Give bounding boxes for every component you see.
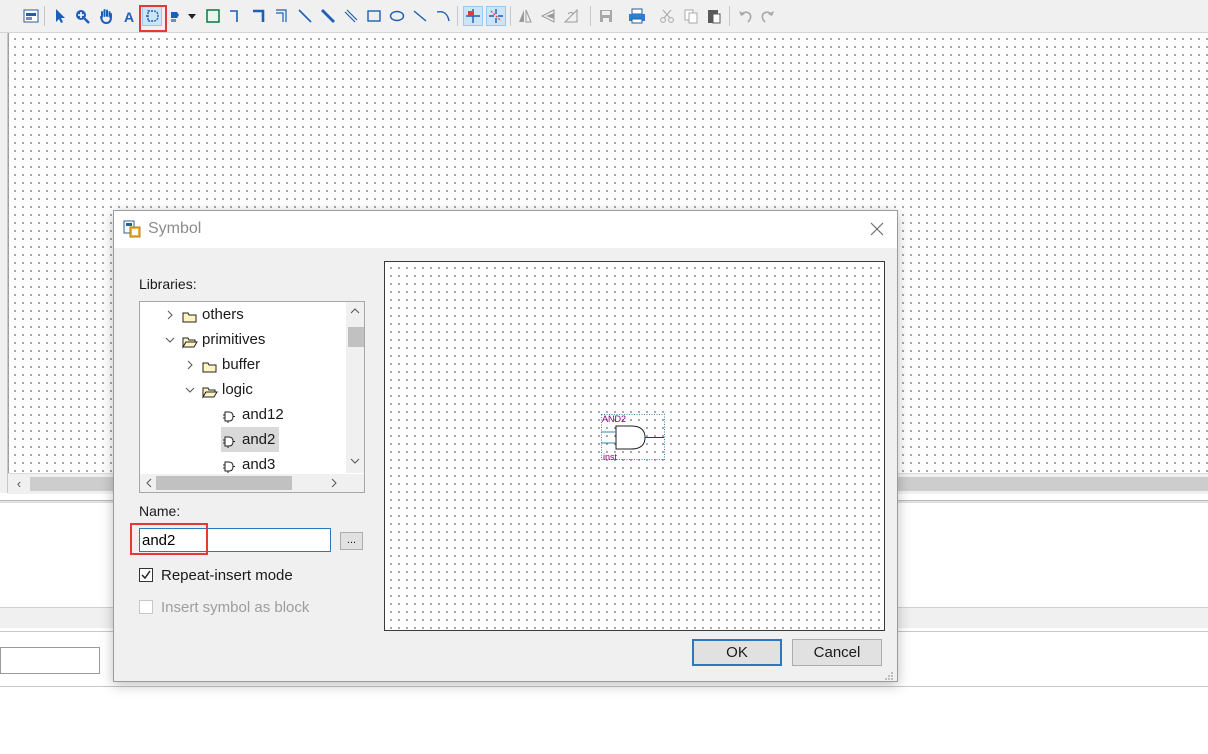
tree-item-buffer[interactable]: buffer (140, 352, 346, 377)
open-folder-icon (182, 332, 198, 349)
libraries-tree[interactable]: others primitives buffer logic and12 and… (139, 301, 365, 493)
tree-item-and2[interactable]: and2 (140, 427, 346, 452)
tree-vertical-scrollbar[interactable] (346, 302, 364, 473)
gate-symbol-icon (222, 432, 238, 448)
gate-symbol-icon (222, 457, 238, 473)
print-icon[interactable] (628, 7, 646, 25)
insert-block-label: Insert symbol as block (161, 598, 310, 616)
orthogonal-node-icon[interactable] (227, 7, 245, 25)
arc-icon[interactable] (434, 7, 452, 25)
repeat-insert-checkbox[interactable] (139, 568, 153, 582)
hand-tool-icon[interactable] (97, 7, 115, 25)
bottom-text-field[interactable] (0, 647, 100, 674)
scroll-thumb[interactable] (156, 476, 292, 490)
tree-item-label: and3 (242, 456, 276, 473)
orthogonal-conduit-icon[interactable] (273, 7, 291, 25)
chevron-right-icon[interactable] (163, 302, 177, 327)
tree-item-label: primitives (202, 331, 266, 348)
open-folder-icon (202, 382, 218, 399)
scroll-thumb[interactable] (348, 327, 364, 347)
tree-horizontal-scrollbar[interactable] (140, 474, 346, 492)
diagonal-bus-icon[interactable] (319, 7, 337, 25)
name-label: Name: (139, 503, 181, 519)
browse-button[interactable]: ... (340, 532, 363, 550)
tree-item-and12[interactable]: and12 (140, 402, 346, 427)
folder-icon (182, 307, 198, 323)
panel-divider (0, 686, 1208, 687)
oval-icon[interactable] (388, 7, 406, 25)
scroll-down-icon[interactable] (346, 454, 364, 468)
redo-icon[interactable] (759, 7, 777, 25)
symbol-dialog-icon (123, 220, 141, 238)
and2-gate-symbol: AND2 inst (601, 414, 665, 462)
dialog-title: Symbol (148, 220, 202, 237)
tree-item-others[interactable]: others (140, 302, 346, 327)
symbol-dialog: Symbol Libraries: others primitives buff… (113, 210, 898, 682)
chevron-right-icon[interactable] (183, 352, 197, 377)
pin-tool-icon[interactable] (168, 7, 186, 25)
repeat-insert-label: Repeat-insert mode (161, 566, 293, 584)
insert-block-option[interactable]: Insert symbol as block (139, 597, 309, 617)
cancel-button[interactable]: Cancel (792, 639, 882, 666)
line-icon[interactable] (411, 7, 429, 25)
undo-icon[interactable] (736, 7, 754, 25)
block-insert-icon[interactable] (22, 7, 40, 25)
tree-item-label: logic (222, 381, 253, 398)
flip-vertical-icon[interactable] (539, 7, 557, 25)
libraries-label: Libraries: (139, 276, 197, 292)
rotate-icon[interactable] (562, 7, 580, 25)
paste-icon[interactable] (705, 7, 723, 25)
flip-horizontal-icon[interactable] (516, 7, 534, 25)
rectangle-icon[interactable] (365, 7, 383, 25)
copy-icon[interactable] (682, 7, 700, 25)
scroll-left-icon[interactable] (142, 476, 156, 490)
save-icon[interactable] (597, 7, 615, 25)
scrollbar-corner (346, 474, 364, 492)
preview-symbol-name: AND2 (602, 414, 626, 424)
chevron-down-icon[interactable] (183, 377, 197, 402)
ok-button[interactable]: OK (692, 639, 782, 666)
left-edge-strip (0, 33, 8, 493)
name-field-highlight (130, 523, 208, 555)
rubberbanding-icon[interactable] (463, 6, 483, 26)
diagonal-node-icon[interactable] (296, 7, 314, 25)
symbol-preview: AND2 inst (384, 261, 885, 631)
diagonal-conduit-icon[interactable] (342, 7, 360, 25)
tree-item-label: buffer (222, 356, 261, 373)
zoom-tool-icon[interactable] (73, 7, 91, 25)
scroll-up-icon[interactable] (346, 304, 364, 318)
tree-item-label: others (202, 306, 244, 323)
block-tool-icon[interactable] (204, 7, 222, 25)
preview-instance-name: inst (603, 452, 618, 462)
close-icon[interactable] (867, 219, 887, 239)
scroll-right-icon[interactable] (327, 476, 341, 490)
partial-line-select-icon[interactable] (486, 6, 506, 26)
folder-icon (202, 357, 218, 373)
repeat-insert-option[interactable]: Repeat-insert mode (139, 565, 293, 585)
scroll-left-icon[interactable]: ‹ (12, 476, 26, 492)
tree-item-and3[interactable]: and3 (140, 452, 346, 473)
symbol-tool-highlight (139, 5, 167, 32)
tree-item-label: and12 (242, 406, 284, 423)
orthogonal-bus-icon[interactable] (250, 7, 268, 25)
resize-grip-icon[interactable] (884, 668, 894, 680)
insert-block-checkbox[interactable] (139, 600, 153, 614)
selection-tool-icon[interactable] (51, 7, 69, 25)
main-toolbar: A (0, 0, 1208, 33)
tree-item-primitives[interactable]: primitives (140, 327, 346, 352)
dialog-titlebar[interactable]: Symbol (114, 211, 897, 248)
tree-item-logic[interactable]: logic (140, 377, 346, 402)
tree-item-label: and2 (242, 431, 276, 448)
text-tool-icon[interactable]: A (120, 7, 138, 25)
svg-text:A: A (124, 9, 134, 24)
chevron-down-icon[interactable] (163, 327, 177, 352)
dropdown-arrow-icon[interactable] (186, 7, 198, 25)
cut-icon[interactable] (658, 7, 676, 25)
gate-symbol-icon (222, 407, 238, 423)
